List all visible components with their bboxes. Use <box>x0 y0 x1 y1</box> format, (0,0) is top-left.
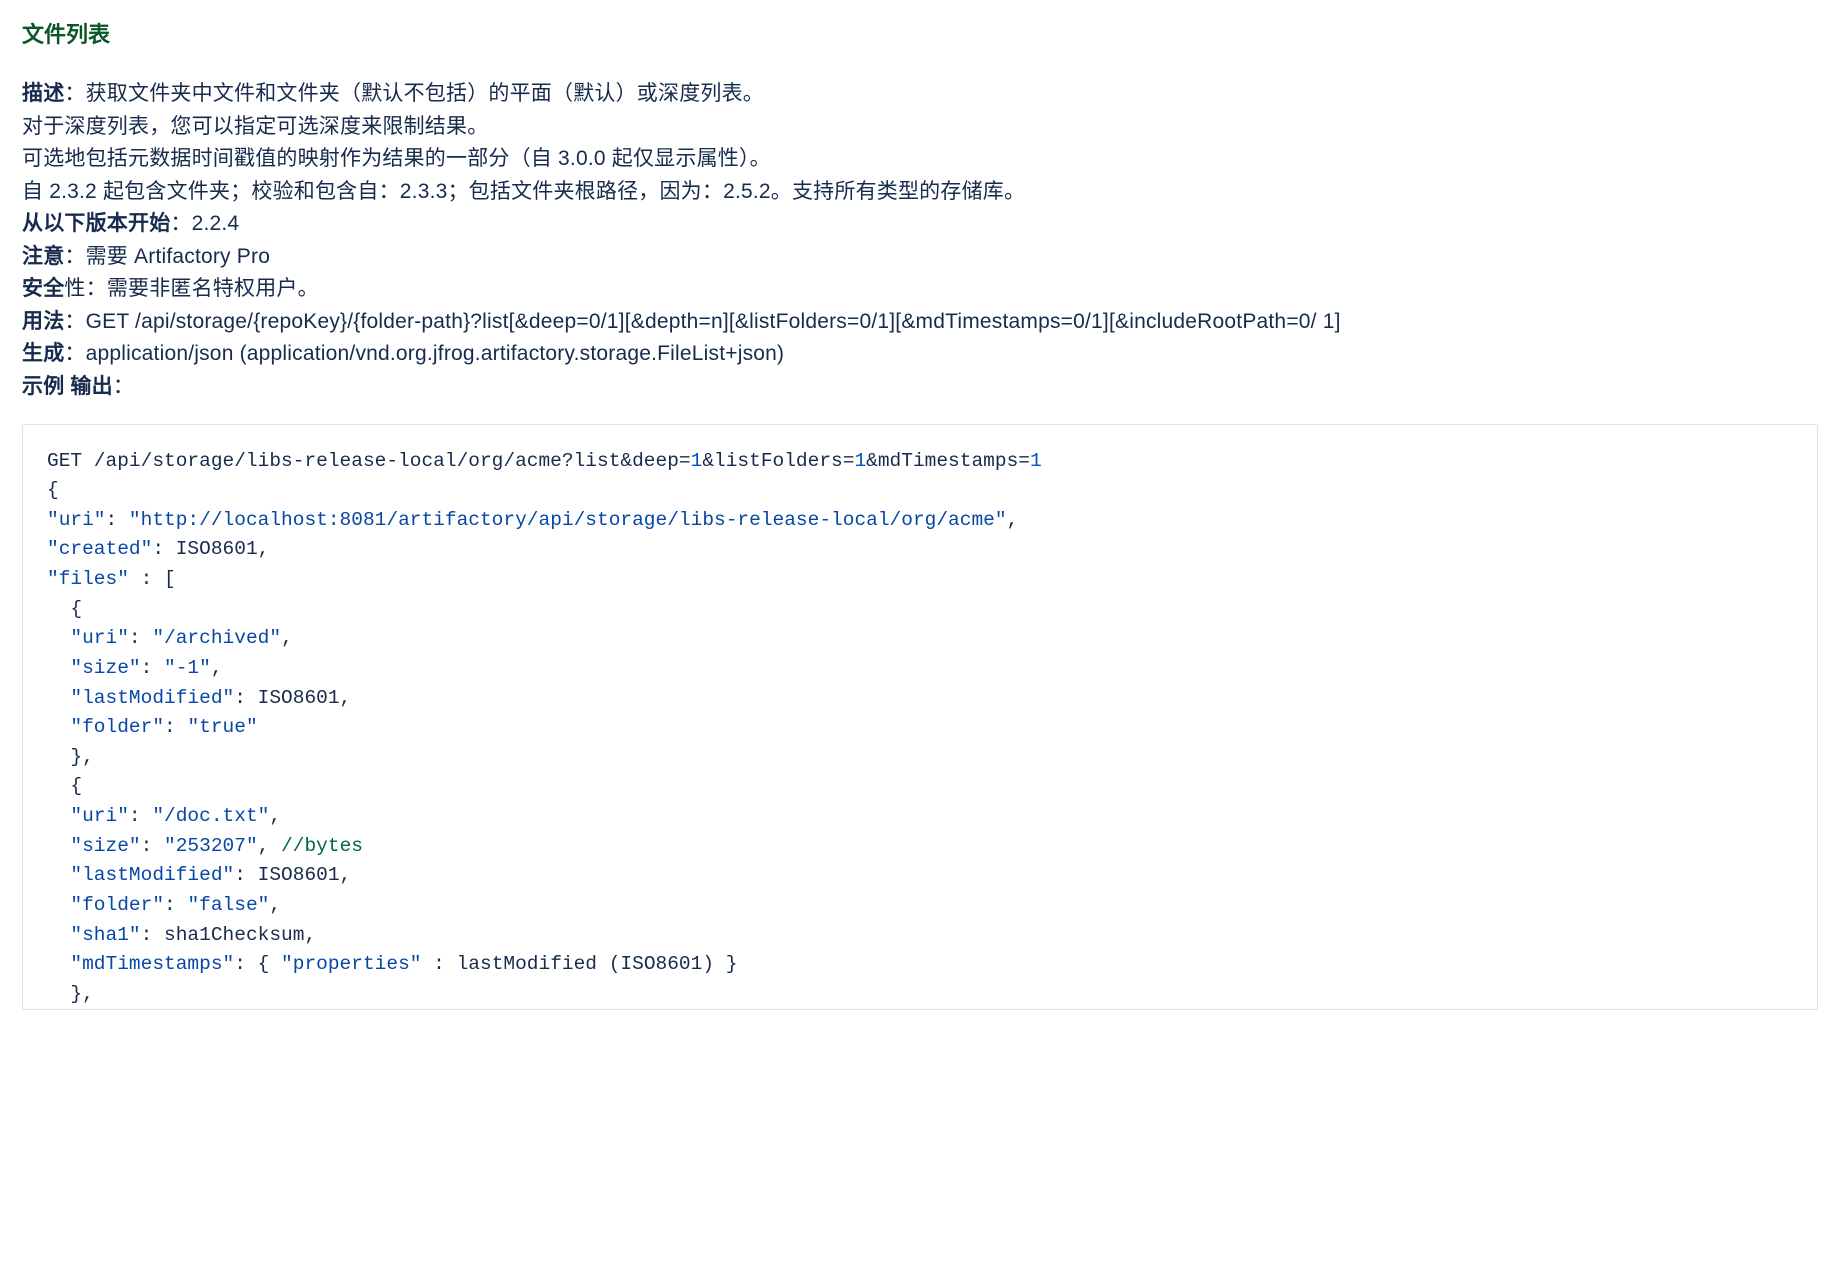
label-note: 注意 <box>22 245 64 268</box>
label-usage: 用法 <box>22 310 64 333</box>
code-l18-c: "properties" <box>281 953 421 975</box>
code-l13-d: , <box>269 805 281 827</box>
code-l8-c: "-1" <box>164 657 211 679</box>
section-title: 文件列表 <box>22 18 1818 52</box>
code-l16-b: : <box>164 894 187 916</box>
code-l16-a: "folder" <box>47 894 164 916</box>
code-l5-a: "files" <box>47 568 129 590</box>
desc-line-8: 用法：GET /api/storage/{repoKey}/{folder-pa… <box>22 306 1818 339</box>
code-l1-c: &mdTimestamps= <box>866 450 1030 472</box>
desc-line-3: 可选地包括元数据时间戳值的映射作为结果的一部分（自 3.0.0 起仅显示属性）。 <box>22 143 1818 176</box>
code-l15-b: : ISO8601, <box>234 864 351 886</box>
code-l18-b: : { <box>234 953 281 975</box>
mid-security: 性： <box>64 277 106 300</box>
val-since: ：2.2.4 <box>170 212 239 235</box>
code-l4-b: : ISO8601, <box>152 538 269 560</box>
code-l14-d: , <box>258 835 281 857</box>
code-l7-b: : <box>129 627 152 649</box>
val-example: ： <box>113 375 134 398</box>
code-l8-b: : <box>141 657 164 679</box>
code-l14-c: "253207" <box>164 835 258 857</box>
code-l10-c: "true" <box>187 716 257 738</box>
code-l14-a: "size" <box>47 835 141 857</box>
code-l17-b: : sha1Checksum, <box>141 924 317 946</box>
code-l11: }, <box>47 746 94 768</box>
label-produces: 生成 <box>22 342 64 365</box>
code-l8-d: , <box>211 657 223 679</box>
desc-line-2: 对于深度列表，您可以指定可选深度来限制结果。 <box>22 111 1818 144</box>
code-l4-a: "created" <box>47 538 152 560</box>
label-security: 安全 <box>22 277 64 300</box>
code-l7-c: "/archived" <box>152 627 281 649</box>
code-l10-b: : <box>164 716 187 738</box>
desc-line-4: 自 2.3.2 起包含文件夹；校验和包含自：2.3.3；包括文件夹根路径，因为：… <box>22 176 1818 209</box>
desc-line-1: 描述：获取文件夹中文件和文件夹（默认不包括）的平面（默认）或深度列表。 <box>22 78 1818 111</box>
code-l14-cmt: //bytes <box>281 835 363 857</box>
code-l13-a: "uri" <box>47 805 129 827</box>
desc-line-9: 生成：application/json (application/vnd.org… <box>22 338 1818 371</box>
code-l17-a: "sha1" <box>47 924 141 946</box>
code-l6: { <box>47 598 82 620</box>
code-l8-a: "size" <box>47 657 141 679</box>
label-description: 描述 <box>22 82 64 105</box>
desc-line-5: 从以下版本开始：2.2.4 <box>22 208 1818 241</box>
desc-line-10: 示例 输出： <box>22 371 1818 404</box>
code-l9-b: : ISO8601, <box>234 687 351 709</box>
code-l1-b: &listFolders= <box>702 450 854 472</box>
code-l10-a: "folder" <box>47 716 164 738</box>
code-l1-n1: 1 <box>691 450 703 472</box>
val-security: 需要非匿名特权用户。 <box>107 277 319 300</box>
desc-line-7: 安全性：需要非匿名特权用户。 <box>22 273 1818 306</box>
label-since: 从以下版本开始 <box>22 212 170 235</box>
code-l19: }, <box>47 983 94 1005</box>
code-l7-a: "uri" <box>47 627 129 649</box>
code-l1-a: GET /api/storage/libs-release-local/org/… <box>47 450 691 472</box>
code-l18-d: : lastModified (ISO8601) } <box>421 953 737 975</box>
code-l18-a: "mdTimestamps" <box>47 953 234 975</box>
desc-line-6: 注意：需要 Artifactory Pro <box>22 241 1818 274</box>
code-l1-n2: 1 <box>854 450 866 472</box>
code-l14-b: : <box>141 835 164 857</box>
code-l3-a: "uri" <box>47 509 106 531</box>
desc-body-1: 获取文件夹中文件和文件夹（默认不包括）的平面（默认）或深度列表。 <box>86 82 764 105</box>
code-l16-d: , <box>269 894 281 916</box>
code-l12: { <box>47 775 82 797</box>
code-l1-n3: 1 <box>1030 450 1042 472</box>
sep: ： <box>64 82 85 105</box>
code-l13-b: : <box>129 805 152 827</box>
code-l5-b: : [ <box>129 568 176 590</box>
code-l15-a: "lastModified" <box>47 864 234 886</box>
label-example: 示例 输出 <box>22 375 113 398</box>
code-block: GET /api/storage/libs-release-local/org/… <box>22 424 1818 1011</box>
code-l2: { <box>47 479 59 501</box>
code-l13-c: "/doc.txt" <box>152 805 269 827</box>
val-note: ：需要 Artifactory Pro <box>64 245 270 268</box>
code-l9-a: "lastModified" <box>47 687 234 709</box>
code-l3-d: , <box>1007 509 1019 531</box>
code-l3-c: "http://localhost:8081/artifactory/api/s… <box>129 509 1007 531</box>
code-l16-c: "false" <box>187 894 269 916</box>
code-l7-d: , <box>281 627 293 649</box>
code-l3-b: : <box>106 509 129 531</box>
description-block: 描述：获取文件夹中文件和文件夹（默认不包括）的平面（默认）或深度列表。 对于深度… <box>22 78 1818 403</box>
val-produces: ：application/json (application/vnd.org.j… <box>64 342 784 365</box>
val-usage: ：GET /api/storage/{repoKey}/{folder-path… <box>64 310 1340 333</box>
